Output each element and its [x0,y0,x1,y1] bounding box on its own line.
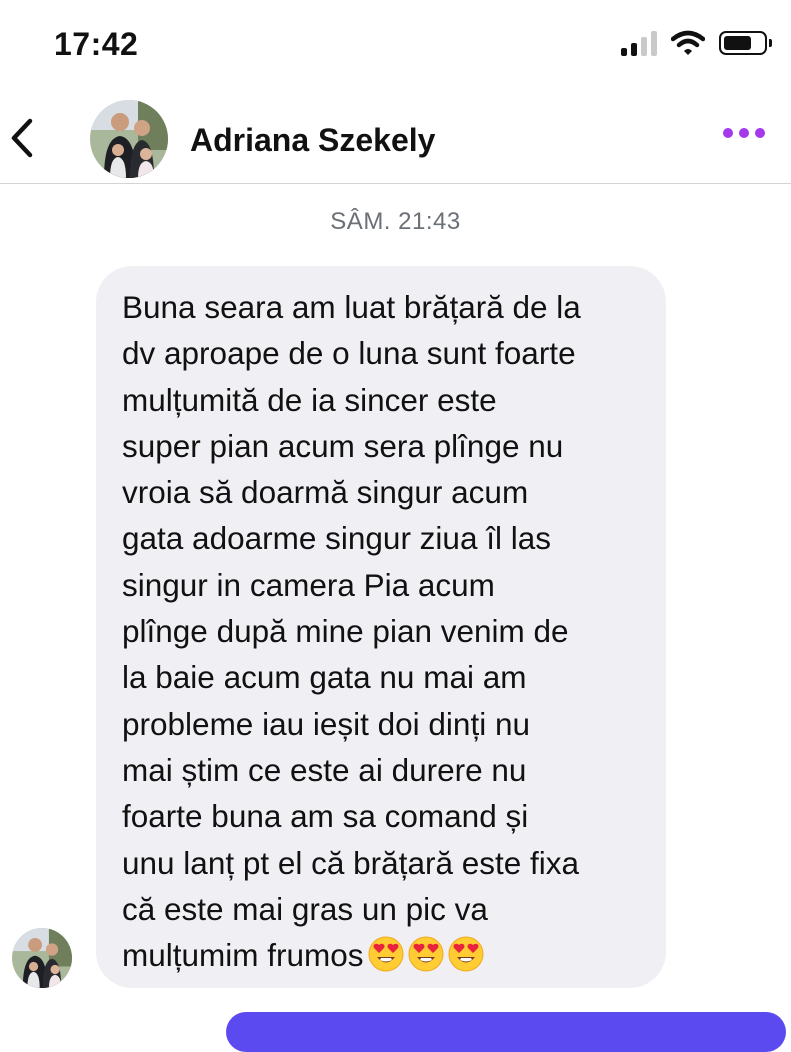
contact-name[interactable]: Adriana Szekely [190,122,435,159]
message-text: Buna seara am luat brățară de la dv apro… [122,289,581,974]
cellular-signal-icon [621,30,657,56]
sender-avatar[interactable] [12,928,72,988]
wifi-icon [671,30,705,55]
message-timestamp: SÂM. 21:43 [330,208,461,235]
outgoing-message-bubble[interactable] [226,1012,786,1052]
contact-avatar[interactable] [90,100,168,178]
back-chevron-icon [11,118,33,158]
heart-eyes-emoji-icon [368,936,404,972]
more-options-icon[interactable] [723,128,765,138]
heart-eyes-emoji-icon [448,936,484,972]
status-bar: 17:42 [0,0,791,92]
status-icons [621,30,772,56]
back-button[interactable] [2,110,42,166]
chat-header: Adriana Szekely [0,92,791,184]
battery-icon [719,31,772,55]
message-emojis [364,936,484,972]
status-time: 17:42 [54,26,139,62]
incoming-message-bubble[interactable]: Buna seara am luat brățară de la dv apro… [96,266,666,988]
heart-eyes-emoji-icon [408,936,444,972]
